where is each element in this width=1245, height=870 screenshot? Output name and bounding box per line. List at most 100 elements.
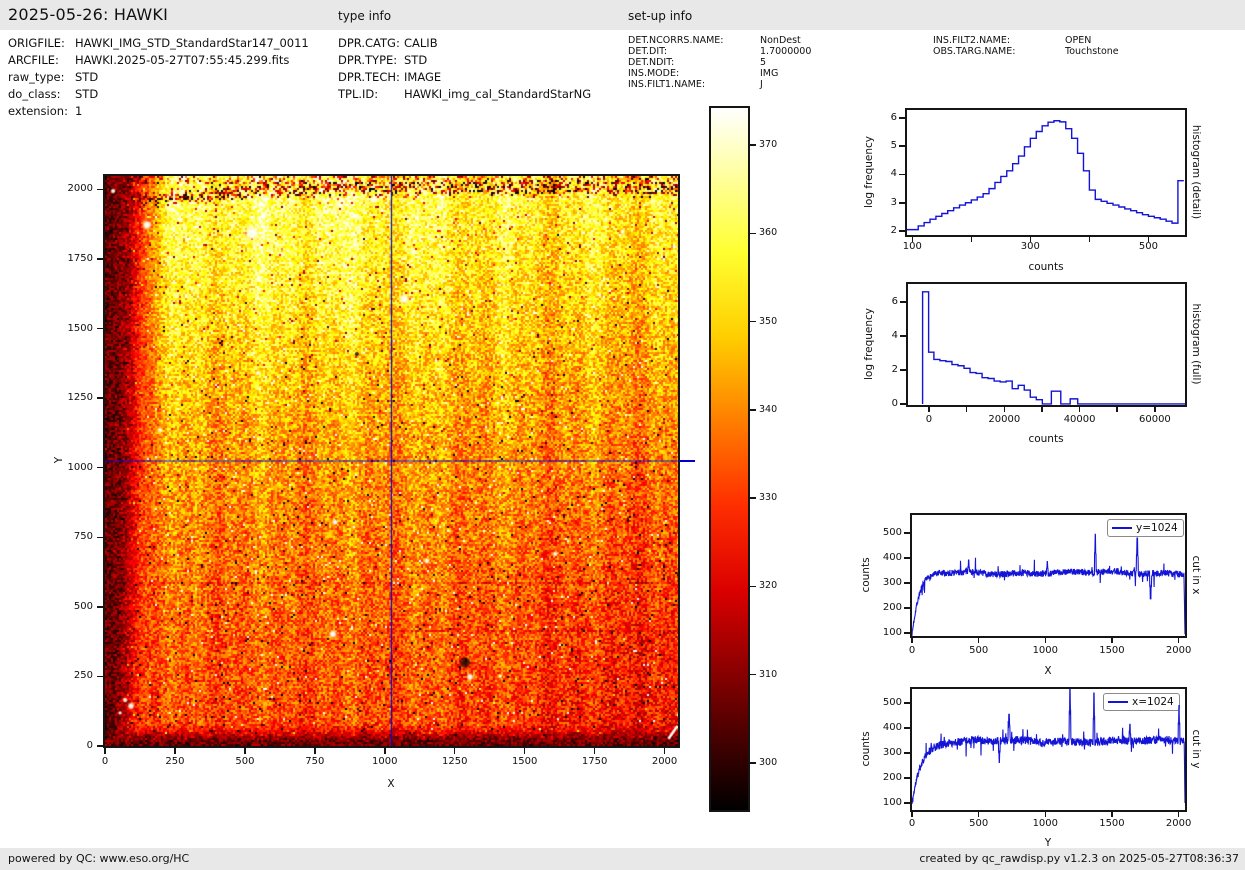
cut-in-x-y-tick-label: 200 [882,602,902,613]
type-info-label: DPR.TECH: [338,70,400,84]
cut-in-x-x-tick [1044,638,1047,643]
type-info-value: CALIB [404,36,438,50]
main-x-tick [244,748,246,754]
setup-info-value: OPEN [1065,35,1092,46]
colorbar [711,108,748,810]
main-x-tick-label: 500 [235,756,255,767]
main-x-tick-label: 750 [305,756,325,767]
file-info-value: HAWKI.2025-05-27T07:55:45.299.fits [75,53,290,67]
colorbar-tick-label: 330 [759,492,778,504]
cut-in-x-x-tick-label: 0 [908,645,916,656]
histogram-full-x-tick [1041,407,1043,412]
histogram-full-x-tick [1116,407,1118,412]
file-info-label: raw_type: [8,70,65,84]
main-x-tick [384,748,386,754]
colorbar-tick-label: 370 [759,139,778,150]
setup-info-label: INS.FILT2.NAME: [933,35,1011,46]
cut-in-x-title: cut in x [1190,555,1202,595]
file-info-value: HAWKI_IMG_STD_StandardStar147_0011 [75,36,309,50]
type-info-heading: type info [338,9,392,23]
colorbar-tick [750,144,756,146]
type-info-label: DPR.CATG: [338,36,400,50]
type-info-label: TPL.ID: [338,87,379,101]
histogram-detail-y-tick-label: 2 [890,225,897,237]
cut-in-x-x-tick-label: 1000 [1032,645,1059,656]
main-x-tick [523,748,526,754]
crosshair-overflow [679,460,695,462]
cut-in-y-x-tick [977,812,980,817]
cut-in-y-x-tick-label: 2000 [1165,818,1192,829]
histogram-full-y-tick [900,301,906,303]
histogram-full-x-tick-label: 40000 [1063,414,1096,425]
main-y-tick [97,675,103,678]
colorbar-tick [750,673,756,676]
colorbar-tick [750,497,756,499]
cut-in-y-y-tick-label: 400 [882,722,902,733]
histogram-full-y-tick-label: 4 [891,330,898,341]
main-y-tick-label: 250 [73,670,93,682]
title-bar: 2025-05-26: HAWKI type info set-up info [0,0,1245,30]
setup-info-value: 5 [760,57,767,68]
cut-in-x-x-tick [1177,638,1180,643]
colorbar-tick [750,585,756,588]
histogram-full-x-tick-label: 20000 [988,414,1021,425]
file-info-label: ORIGFILE: [8,36,65,50]
histogram-full-x-tick-label: 60000 [1138,414,1171,425]
histogram-full-x-label: counts [1028,433,1064,445]
file-info-label: ARCFILE: [8,53,59,67]
histogram-detail-y-tick-label: 3 [890,196,897,208]
colorbar-tick-label: 320 [759,580,778,592]
cut-in-x-x-tick [1111,638,1113,643]
cut-in-y-y-tick-label: 200 [882,772,902,783]
cut-in-y-x-tick [911,812,913,817]
colorbar-tick [750,232,756,235]
cut-in-x-y-tick [904,607,910,609]
main-x-tick-label: 1750 [581,756,608,767]
main-x-tick [593,748,596,754]
footer-bar: powered by QC: www.eso.org/HC created by… [0,848,1245,870]
type-info-value: STD [404,53,428,67]
cut-in-y-y-tick-label: 500 [882,697,902,708]
plot-line [912,533,1185,636]
cut-in-x-x-tick [977,638,980,643]
footer-left-text: powered by QC: www.eso.org/HC [8,852,190,865]
colorbar-tick-label: 360 [759,227,778,239]
histogram-detail-y-tick [899,173,905,176]
cut-in-y-plot [912,689,1185,804]
file-info-value: STD [75,70,99,84]
main-x-tick-label: 1250 [441,756,468,767]
cut-in-y-y-tick-label: 100 [882,797,902,808]
cut-in-y-title: cut in y [1190,729,1202,769]
cut-in-y-y-tick [904,702,910,704]
histogram-detail-y-tick [899,117,905,119]
cut-in-y-y-tick-label: 300 [882,747,902,758]
cut-in-x-y-tick [904,532,910,534]
main-y-tick-label: 1250 [67,392,93,404]
setup-info-value: J [760,79,763,90]
main-y-tick-label: 750 [73,531,93,543]
histogram-full-y-tick [900,369,906,371]
detector-image [105,176,678,746]
cut-in-y-x-tick [1177,812,1180,817]
main-y-tick [97,327,103,330]
main-y-tick [97,258,103,260]
histogram-full-x-tick [1154,407,1156,412]
main-y-tick-label: 1000 [67,461,93,473]
main-x-tick [663,748,666,754]
main-x-axis-label: X [387,778,395,790]
histogram-full-x-tick [1003,407,1006,412]
histogram-detail-x-tick-label: 500 [1138,241,1158,252]
main-y-tick-label: 1500 [67,322,93,334]
setup-info-label: INS.MODE: [628,68,680,79]
histogram-detail-y-tick-label: 5 [890,140,897,152]
colorbar-tick-label: 300 [759,757,778,768]
setup-info-value: Touchstone [1065,46,1119,57]
histogram-full-x-tick [965,407,968,412]
setup-info-label: OBS.TARG.NAME: [933,46,1016,57]
colorbar-tick [750,409,756,411]
colorbar-tick [750,320,756,323]
histogram-full-title: histogram (full) [1190,303,1202,385]
page-title: 2025-05-26: HAWKI [8,5,168,24]
cut-in-x-y-tick-label: 300 [882,577,902,588]
cut-in-y-x-tick-label: 500 [969,818,989,829]
